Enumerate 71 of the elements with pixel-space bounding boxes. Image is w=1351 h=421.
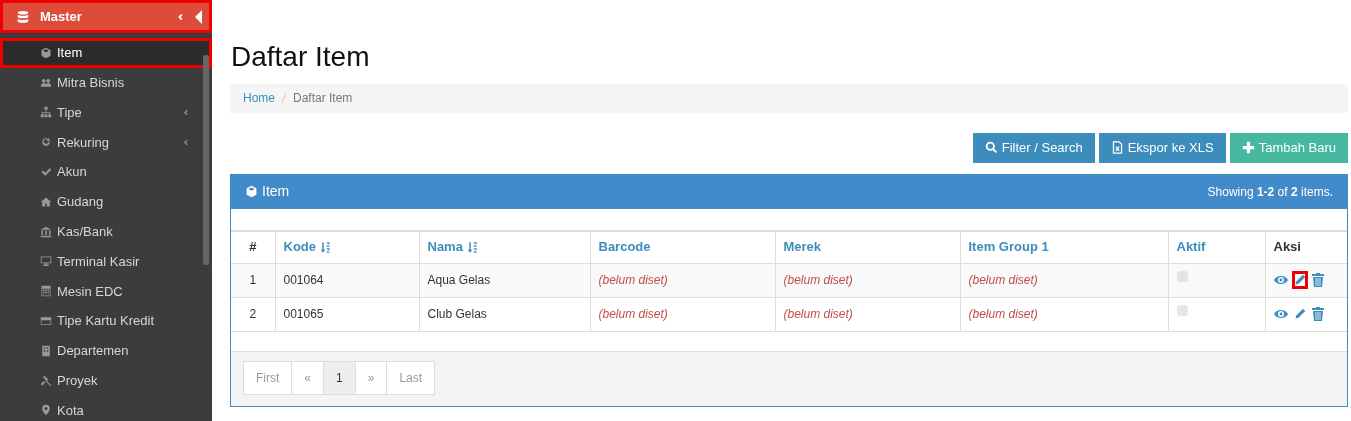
table-cell: 001065 [275,297,419,332]
map-pin-icon [40,404,52,417]
column-header[interactable]: Merek [775,231,960,264]
table-cell: Aqua Gelas [419,263,590,298]
sidebar-item[interactable]: Kota [0,395,212,421]
column-header[interactable]: Item Group 1 [960,231,1168,264]
export-button[interactable]: Ekspor ke XLS [1098,132,1226,163]
sidebar-item[interactable]: Tipe Kartu Kredit [0,306,212,336]
sitemap-icon [40,106,52,119]
breadcrumb-link[interactable]: Home [243,89,275,108]
page-title: Daftar Item [231,40,371,74]
table-cell: 2 [231,297,275,332]
sidebar-item[interactable]: Mesin EDC [0,276,212,307]
trash-icon[interactable] [1311,307,1324,322]
sidebar-item[interactable]: Departemen [0,335,212,366]
panel-title: Item [262,182,290,202]
edit-icon[interactable] [1291,271,1308,290]
sidebar-item[interactable]: Item [0,38,212,68]
filter-button[interactable]: Filter / Search [972,132,1095,163]
results-summary: Showing 1-2 of 2 items. [1207,183,1333,201]
home-icon [40,195,52,208]
calculator-icon [40,285,52,298]
search-icon [984,141,998,155]
sidebar-item[interactable]: Terminal Kasir [0,246,212,277]
cube-icon [40,46,52,59]
gavel-icon [40,374,52,387]
column-header[interactable]: Nama [419,231,590,264]
active-pointer-icon [195,9,202,24]
sort-icon [319,241,332,255]
table-cell: 1 [231,263,275,298]
sidebar-item[interactable]: Proyek [0,365,212,396]
separator-icon [281,93,287,104]
refresh-icon [40,136,52,149]
credit-card-icon [40,315,52,328]
file-icon [1110,141,1124,155]
column-header[interactable]: Kode [275,231,419,264]
sidebar-item[interactable]: Gudang [0,187,212,217]
sidebar-item[interactable]: Rekuring [0,127,212,158]
bank-icon [40,225,52,238]
column-header[interactable]: Aktif [1168,231,1265,264]
sort-icon [466,241,479,255]
table-cell: Club Gelas [419,297,590,332]
pagination-button[interactable]: 1 [323,360,356,395]
add-button[interactable]: Tambah Baru [1229,132,1348,163]
trash-icon[interactable] [1311,273,1324,288]
view-icon[interactable] [1273,274,1288,287]
users-icon [40,76,52,89]
check-icon [40,166,52,179]
cube-icon [245,185,258,199]
table-cell: (belum diset) [775,297,960,332]
column-header[interactable]: Barcode [590,231,775,264]
monitor-icon [40,255,52,268]
sidebar-item[interactable]: Tipe [0,97,212,128]
sidebar-item[interactable]: Kas/Bank [0,216,212,247]
breadcrumb-current: Daftar Item [293,90,353,108]
building-icon [40,344,52,357]
table-cell: (belum diset) [775,263,960,298]
column-header: # [231,231,275,264]
table-cell: (belum diset) [590,297,775,332]
view-icon[interactable] [1273,308,1288,321]
table-cell: 001064 [275,263,419,298]
sidebar-item[interactable]: Akun [0,157,212,187]
plus-icon [1241,141,1255,155]
database-icon [16,9,30,24]
table-cell: (belum diset) [960,297,1168,332]
table-cell: (belum diset) [960,263,1168,298]
scrollbar-thumb[interactable] [203,55,209,265]
sidebar-section-header[interactable]: Master [0,0,212,33]
sidebar-item[interactable]: Mitra Bisnis [0,67,212,98]
table-cell: (belum diset) [590,263,775,298]
column-header: Aksi [1265,231,1347,264]
